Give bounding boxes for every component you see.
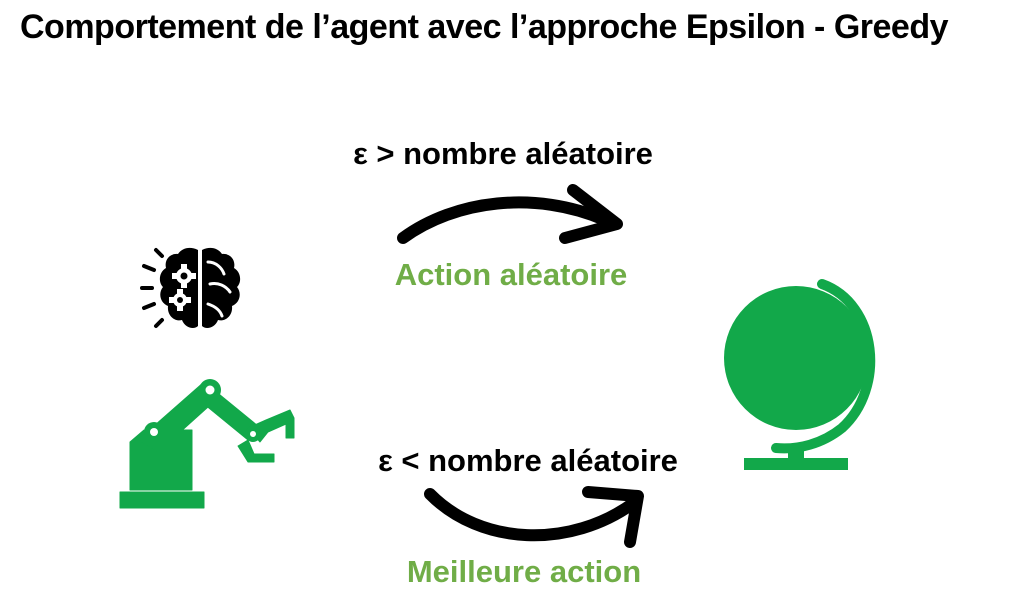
robotic-arm-icon: [119, 379, 295, 509]
condition-bottom-label: ε < nombre aléatoire: [378, 443, 678, 478]
brain-gears-icon: [140, 247, 241, 328]
arrow-top-icon: [397, 184, 623, 244]
action-top-label: Action aléatoire: [394, 257, 628, 292]
globe-icon: [724, 279, 876, 470]
page-title: Comportement de l’agent avec l’approche …: [20, 8, 949, 46]
action-bottom-label: Meilleure action: [406, 554, 642, 589]
condition-top-label: ε > nombre aléatoire: [353, 136, 653, 171]
arrow-bottom-icon: [424, 486, 644, 548]
